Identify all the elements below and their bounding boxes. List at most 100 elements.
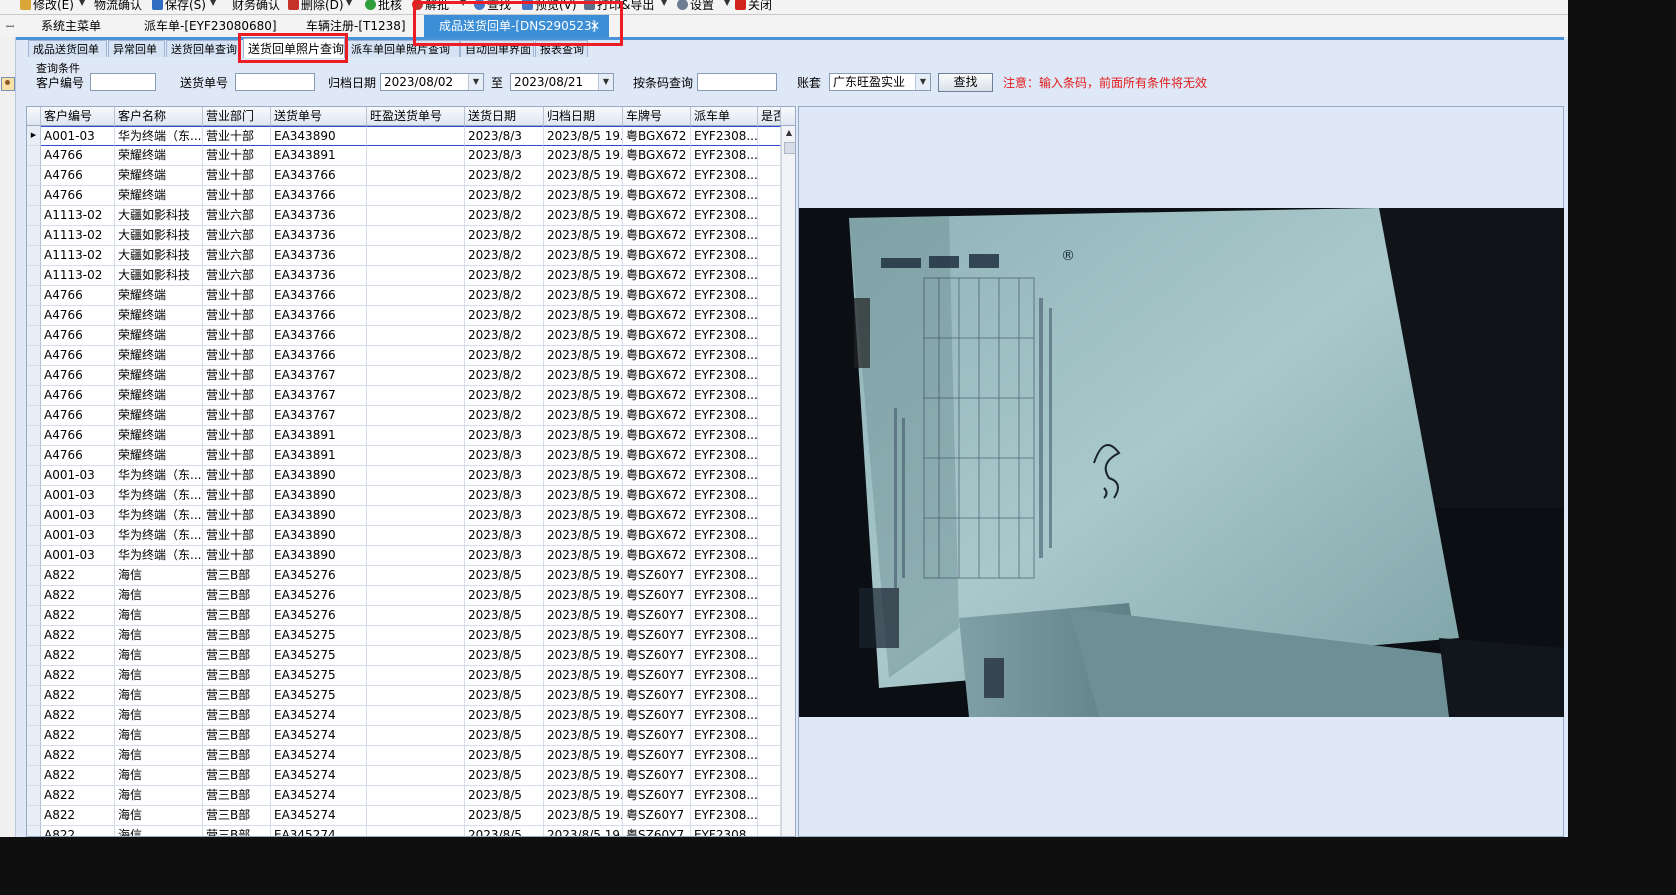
table-cell[interactable]: EA343766 — [271, 166, 367, 186]
row-indicator[interactable] — [27, 626, 41, 646]
row-indicator[interactable] — [27, 746, 41, 766]
table-cell[interactable] — [758, 126, 781, 146]
table-cell[interactable]: A822 — [41, 646, 115, 666]
table-cell[interactable]: 2023/8/5 19... — [544, 406, 623, 426]
table-cell[interactable] — [758, 146, 781, 166]
table-cell[interactable]: 营业六部 — [203, 266, 271, 286]
table-cell[interactable]: EA345275 — [271, 666, 367, 686]
table-cell[interactable] — [367, 466, 465, 486]
table-cell[interactable]: EYF2308... — [691, 426, 758, 446]
table-cell[interactable]: 粤BGX672 — [623, 486, 691, 506]
table-cell[interactable]: EYF2308... — [691, 726, 758, 746]
table-cell[interactable]: EA345276 — [271, 606, 367, 626]
table-cell[interactable]: 大疆如影科技 — [115, 206, 203, 226]
table-cell[interactable]: 营三B部 — [203, 766, 271, 786]
table-cell[interactable]: 2023/8/2 — [465, 266, 544, 286]
table-cell[interactable] — [367, 446, 465, 466]
table-cell[interactable]: EA343890 — [271, 466, 367, 486]
table-cell[interactable]: A4766 — [41, 446, 115, 466]
table-cell[interactable]: 粤BGX672 — [623, 326, 691, 346]
table-cell[interactable]: EYF2308... — [691, 486, 758, 506]
table-cell[interactable]: A1113-02 — [41, 266, 115, 286]
table-cell[interactable]: A4766 — [41, 346, 115, 366]
table-row[interactable]: A822 海信 营三B部 EA345274 2023/8/5 2023/8/5 19...… — [27, 766, 795, 786]
table-cell[interactable]: EYF2308... — [691, 126, 758, 146]
table-cell[interactable]: EYF2308... — [691, 786, 758, 806]
table-row[interactable]: A4766 荣耀终端 营业十部 EA343767 2023/8/2 2023/8/5 19… — [27, 386, 795, 406]
table-row[interactable]: A822 海信 营三B部 EA345274 2023/8/5 2023/8/5 19...… — [27, 706, 795, 726]
table-cell[interactable] — [367, 246, 465, 266]
table-cell[interactable]: 2023/8/2 — [465, 206, 544, 226]
table-cell[interactable] — [758, 446, 781, 466]
table-row[interactable]: A001-03 华为终端（东... 营业十部 EA343890 2023/8/3 2023… — [27, 546, 795, 566]
date-to-picker[interactable]: 2023/08/21 ▼ — [510, 73, 614, 91]
table-cell[interactable]: 2023/8/3 — [465, 506, 544, 526]
row-indicator[interactable] — [27, 606, 41, 626]
table-cell[interactable]: 营三B部 — [203, 626, 271, 646]
table-cell[interactable]: 粤BGX672 — [623, 266, 691, 286]
column-header[interactable]: 客户名称 — [115, 107, 203, 125]
row-indicator[interactable] — [27, 166, 41, 186]
table-cell[interactable]: EA345274 — [271, 826, 367, 836]
table-cell[interactable] — [367, 566, 465, 586]
table-cell[interactable]: 粤BGX672 — [623, 426, 691, 446]
table-cell[interactable]: 大疆如影科技 — [115, 226, 203, 246]
row-indicator[interactable] — [27, 706, 41, 726]
table-row[interactable]: A1113-02 大疆如影科技 营业六部 EA343736 2023/8/2 2023/8… — [27, 246, 795, 266]
table-cell[interactable] — [367, 746, 465, 766]
table-cell[interactable]: 2023/8/5 19... — [544, 566, 623, 586]
row-indicator[interactable] — [27, 506, 41, 526]
table-cell[interactable] — [758, 726, 781, 746]
delivery-number-input[interactable] — [235, 73, 315, 91]
table-cell[interactable]: EYF2308... — [691, 366, 758, 386]
table-cell[interactable]: EYF2308... — [691, 626, 758, 646]
table-cell[interactable]: 2023/8/5 — [465, 686, 544, 706]
table-cell[interactable]: 粤BGX672 — [623, 286, 691, 306]
table-row[interactable]: A001-03 华为终端（东... 营业十部 EA343890 2023/8/3 2023… — [27, 526, 795, 546]
table-cell[interactable]: 2023/8/3 — [465, 426, 544, 446]
delete-dropdown-arrow[interactable]: ▼ — [346, 0, 352, 7]
row-indicator[interactable] — [27, 646, 41, 666]
table-cell[interactable]: A822 — [41, 566, 115, 586]
table-cell[interactable]: A001-03 — [41, 546, 115, 566]
table-cell[interactable]: 荣耀终端 — [115, 286, 203, 306]
column-header[interactable]: 送货单号 — [271, 107, 367, 125]
table-cell[interactable] — [367, 426, 465, 446]
table-cell[interactable]: 粤SZ60Y7 — [623, 766, 691, 786]
table-cell[interactable] — [758, 526, 781, 546]
table-cell[interactable]: EA345274 — [271, 746, 367, 766]
table-cell[interactable]: EA343890 — [271, 126, 367, 146]
table-cell[interactable]: EYF2308... — [691, 446, 758, 466]
table-cell[interactable]: EA345274 — [271, 766, 367, 786]
table-cell[interactable] — [367, 126, 465, 146]
table-cell[interactable]: 2023/8/5 19... — [544, 826, 623, 836]
table-cell[interactable]: 营业十部 — [203, 326, 271, 346]
table-cell[interactable] — [367, 546, 465, 566]
table-cell[interactable]: A001-03 — [41, 466, 115, 486]
table-cell[interactable]: 2023/8/2 — [465, 386, 544, 406]
table-cell[interactable]: 2023/8/2 — [465, 346, 544, 366]
table-cell[interactable]: 2023/8/5 — [465, 606, 544, 626]
table-cell[interactable] — [367, 606, 465, 626]
table-cell[interactable]: 营业十部 — [203, 126, 271, 146]
table-cell[interactable]: A822 — [41, 686, 115, 706]
table-cell[interactable]: 2023/8/5 19... — [544, 466, 623, 486]
table-row[interactable]: A001-03 华为终端（东... 营业十部 EA343890 2023/8/3 2023… — [27, 486, 795, 506]
table-cell[interactable]: 荣耀终端 — [115, 326, 203, 346]
table-cell[interactable]: 粤BGX672 — [623, 366, 691, 386]
table-cell[interactable] — [758, 786, 781, 806]
table-cell[interactable]: 营业十部 — [203, 366, 271, 386]
table-cell[interactable]: 2023/8/5 19... — [544, 286, 623, 306]
table-cell[interactable] — [758, 366, 781, 386]
table-cell[interactable] — [367, 646, 465, 666]
table-cell[interactable]: EYF2308... — [691, 306, 758, 326]
table-cell[interactable]: EYF2308... — [691, 326, 758, 346]
table-cell[interactable]: 海信 — [115, 726, 203, 746]
table-cell[interactable]: 营业十部 — [203, 546, 271, 566]
table-cell[interactable]: EA345276 — [271, 566, 367, 586]
search-button[interactable]: 查找 — [938, 73, 993, 92]
table-cell[interactable]: EA343766 — [271, 306, 367, 326]
column-header[interactable]: 客户编号 — [41, 107, 115, 125]
table-row[interactable]: A1113-02 大疆如影科技 营业六部 EA343736 2023/8/2 2023/8… — [27, 226, 795, 246]
table-cell[interactable]: EA343767 — [271, 366, 367, 386]
